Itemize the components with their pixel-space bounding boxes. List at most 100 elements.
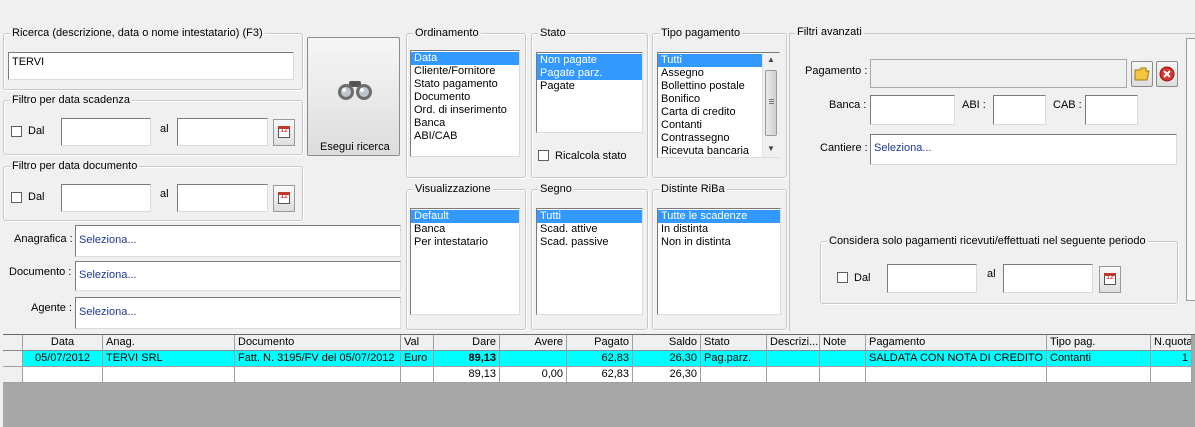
distinte-riba-list[interactable]: Tutte le scadenze In distinta Non in disti… [657, 208, 781, 315]
doc-date-dal-checkbox[interactable] [11, 192, 22, 203]
doc-date-calendar-button[interactable]: 12 [273, 185, 295, 212]
ricalcola-stato-checkbox[interactable] [538, 150, 549, 161]
list-item[interactable]: Tutti [658, 54, 763, 67]
list-item[interactable]: Banca [411, 117, 519, 130]
visualizzazione-list[interactable]: Default Banca Per intestatario [410, 208, 520, 315]
list-item[interactable]: In distinta [658, 223, 780, 236]
list-item[interactable]: Ord. di inserimento [411, 104, 519, 117]
doc-date-to-input[interactable] [177, 184, 268, 212]
column-header[interactable]: Data [23, 335, 103, 351]
list-item[interactable]: Pagate [537, 80, 642, 93]
calendar-icon: 12 [278, 192, 290, 204]
list-item[interactable]: Default [411, 210, 519, 223]
due-date-filter-legend: Filtro per data scadenza [10, 94, 133, 107]
banca-field[interactable] [870, 95, 955, 125]
pagamento-field[interactable] [870, 59, 1127, 88]
pagamento-browse-button[interactable] [1131, 61, 1153, 87]
due-date-calendar-button[interactable]: 12 [273, 119, 295, 146]
table-row[interactable]: 05/07/2012 TERVI SRL Fatt. N. 3195/FV del … [3, 351, 1192, 367]
column-header[interactable]: Dare [434, 335, 500, 351]
period-dal-checkbox[interactable] [837, 272, 848, 283]
list-item[interactable]: Assegno [658, 67, 763, 80]
list-item[interactable]: Ricevuta bancaria [658, 145, 763, 157]
list-item[interactable]: Tutti [537, 210, 642, 223]
table-cell: 89,13 [434, 351, 500, 367]
table-cell: Pag.parz. [701, 351, 767, 367]
delete-icon [1159, 66, 1175, 82]
scroll-down-icon[interactable]: ▼ [767, 144, 775, 153]
table-cell: 1 [1151, 351, 1192, 367]
list-item[interactable]: Non in distinta [658, 236, 780, 249]
period-from-input[interactable] [887, 264, 977, 293]
list-item[interactable]: Carta di credito [658, 106, 763, 119]
column-header[interactable]: Pagamento [866, 335, 1047, 351]
list-item[interactable]: Scad. passive [537, 236, 642, 249]
table-cell [767, 351, 820, 367]
list-item[interactable]: Stato pagamento [411, 78, 519, 91]
stato-list[interactable]: Non pagate Pagate parz. Pagate [536, 52, 643, 133]
segno-list[interactable]: Tutti Scad. attive Scad. passive [536, 208, 643, 315]
column-header[interactable]: Anag. [103, 335, 235, 351]
pagamento-clear-button[interactable] [1156, 61, 1178, 87]
ordinamento-list[interactable]: Data Cliente/Fornitore Stato pagamento Docu… [410, 50, 520, 157]
period-calendar-button[interactable]: 12 [1099, 266, 1121, 293]
column-header[interactable]: Pagato [567, 335, 633, 351]
table-cell: SALDATA CON NOTA DI CREDITO [866, 351, 1047, 367]
ricalcola-stato-label: Ricalcola stato [555, 150, 627, 162]
column-header[interactable]: Descrizi... [767, 335, 820, 351]
table-cell [820, 367, 866, 383]
distinte-riba-legend: Distinte RiBa [659, 183, 727, 196]
agente-field[interactable]: Seleziona... [75, 297, 401, 329]
list-item[interactable]: Documento [411, 91, 519, 104]
documento-field[interactable]: Seleziona... [75, 261, 401, 291]
cantiere-field[interactable]: Seleziona... [870, 134, 1177, 165]
table-cell: Contanti [1047, 351, 1151, 367]
column-header[interactable]: Saldo [633, 335, 701, 351]
table-cell [701, 367, 767, 383]
list-item[interactable]: Banca [411, 223, 519, 236]
list-item[interactable]: Data [411, 52, 519, 65]
scroll-up-icon[interactable]: ▲ [767, 55, 775, 64]
abi-field[interactable] [993, 95, 1046, 125]
list-item[interactable]: Per intestatario [411, 236, 519, 249]
column-header[interactable]: Stato [701, 335, 767, 351]
due-date-al-label: al [160, 123, 169, 135]
column-header[interactable]: Documento [235, 335, 401, 351]
search-input[interactable]: TERVI [8, 52, 294, 80]
column-header[interactable]: N.quota [1151, 335, 1192, 351]
row-indicator[interactable] [3, 335, 23, 351]
cab-field[interactable] [1085, 95, 1138, 125]
results-grid[interactable]: Data Anag. Documento Val Dare Avere Pagato Sald… [3, 334, 1195, 427]
list-item[interactable]: Non pagate [537, 54, 642, 67]
list-item[interactable]: Bollettino postale [658, 80, 763, 93]
list-item[interactable]: Contrassegno [658, 132, 763, 145]
stato-legend: Stato [538, 27, 568, 40]
list-item[interactable]: Contanti [658, 119, 763, 132]
period-to-input[interactable] [1003, 264, 1093, 293]
doc-date-from-input[interactable] [61, 184, 151, 212]
list-item[interactable]: Tutte le scadenze [658, 210, 780, 223]
banca-label: Banca : [829, 99, 867, 111]
due-date-from-input[interactable] [61, 118, 151, 146]
due-date-dal-checkbox[interactable] [11, 126, 22, 137]
search-legend: Ricerca (descrizione, data o nome intest… [10, 27, 265, 40]
table-cell: 0,00 [500, 367, 567, 383]
tipo-pagamento-scrollbar[interactable]: ▲ ▼ [762, 53, 780, 157]
column-header[interactable]: Avere [500, 335, 567, 351]
search-button[interactable]: Esegui ricerca [307, 37, 400, 156]
list-item[interactable]: Scad. attive [537, 223, 642, 236]
list-item[interactable]: Cliente/Fornitore [411, 65, 519, 78]
folder-icon [1134, 67, 1150, 81]
scroll-thumb[interactable] [765, 70, 777, 136]
due-date-to-input[interactable] [177, 118, 268, 146]
column-header[interactable]: Note [820, 335, 866, 351]
doc-date-filter-legend: Filtro per data documento [10, 160, 140, 173]
column-header[interactable]: Tipo pag. [1047, 335, 1151, 351]
table-cell [767, 367, 820, 383]
list-item[interactable]: Bonifico [658, 93, 763, 106]
column-header[interactable]: Val [401, 335, 434, 351]
list-item[interactable]: Pagate parz. [537, 67, 642, 80]
list-item[interactable]: ABI/CAB [411, 130, 519, 143]
anagrafica-field[interactable]: Seleziona... [75, 225, 401, 257]
period-al-label: al [987, 268, 996, 280]
